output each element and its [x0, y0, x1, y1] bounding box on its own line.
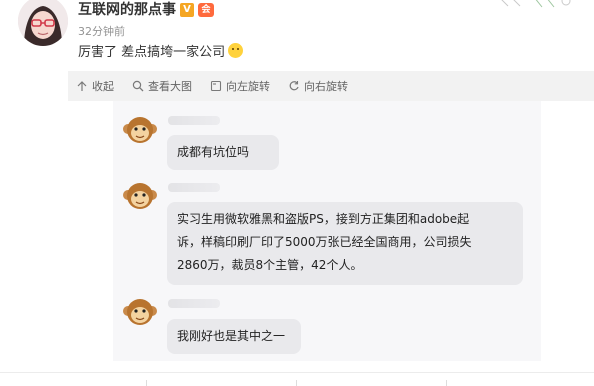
chat-bubble-line: 实习生用微软雅黑和盗版PS，接到方正集团和adobe起	[177, 212, 470, 226]
image-toolbar: 收起 查看大图 向左旋转 向右旋转	[68, 71, 594, 101]
author-name[interactable]: 互联网的那点事	[78, 1, 176, 19]
rotate-left-button[interactable]: 向左旋转	[210, 78, 270, 94]
divider	[296, 380, 297, 386]
divider	[446, 380, 447, 386]
chat-screenshot-image[interactable]: 成都有坑位吗 实习生用微软雅黑和盗版PS，接到方正集团和adobe起 诉，样稿印…	[113, 101, 541, 361]
author-row: 互联网的那点事 V 会	[78, 1, 214, 19]
collapse-label: 收起	[92, 80, 114, 93]
blurred-username	[168, 116, 220, 125]
rotate-right-button[interactable]: 向右旋转	[288, 78, 348, 94]
chat-bubble-line: 2860万，裁员8个主管，42个人。	[177, 258, 363, 272]
rotate-left-label: 向左旋转	[226, 80, 270, 93]
corner-decoration-icon	[501, 0, 571, 8]
monkey-avatar-icon	[123, 183, 157, 209]
chat-bubble-line: 诉，样稿印刷厂印了5000万张已经全国商用，公司损失	[177, 235, 472, 249]
chat-bubble: 我刚好也是其中之一	[167, 319, 301, 354]
collapse-button[interactable]: 收起	[76, 78, 114, 94]
rotate-right-label: 向右旋转	[304, 80, 348, 93]
action-bar	[0, 375, 594, 386]
chat-bubble: 实习生用微软雅黑和盗版PS，接到方正集团和adobe起 诉，样稿印刷厂印了500…	[167, 202, 523, 285]
blurred-username	[168, 299, 220, 308]
divider	[146, 380, 147, 386]
author-avatar[interactable]	[18, 0, 68, 46]
post-text: 厉害了 差点搞垮一家公司	[78, 41, 244, 60]
member-badge[interactable]: 会	[198, 3, 214, 17]
view-large-label: 查看大图	[148, 80, 192, 93]
rotate-right-icon	[289, 81, 299, 91]
divider	[0, 372, 594, 373]
chat-bubble: 成都有坑位吗	[167, 135, 279, 170]
monkey-avatar-icon	[123, 117, 157, 143]
blurred-username	[168, 183, 220, 192]
post-header: 互联网的那点事 V 会 32分钟前 厉害了 差点搞垮一家公司	[0, 0, 594, 70]
post-time[interactable]: 32分钟前	[78, 23, 125, 39]
verified-badge: V	[180, 3, 194, 17]
monkey-avatar-icon	[123, 299, 157, 325]
emoji-icon	[228, 43, 244, 58]
search-icon	[132, 80, 144, 92]
view-large-button[interactable]: 查看大图	[132, 78, 192, 94]
rotate-left-icon	[210, 80, 222, 92]
post-text-content: 厉害了 差点搞垮一家公司	[78, 45, 226, 60]
arrow-up-icon	[77, 81, 87, 91]
